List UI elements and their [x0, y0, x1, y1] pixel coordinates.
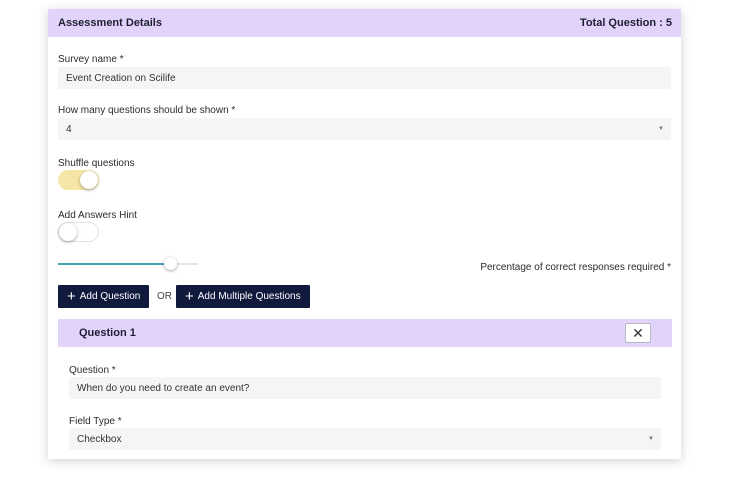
caret-down-icon: ▼ [658, 126, 664, 132]
toggle-knob [80, 171, 98, 189]
survey-name-label: Survey name * [58, 54, 124, 65]
assessment-header: Assessment Details Total Question : 5 [48, 9, 681, 37]
question-header: Question 1 ✕ [58, 319, 672, 347]
correct-responses-slider[interactable] [58, 257, 198, 270]
add-multiple-label: Add Multiple Questions [197, 291, 301, 302]
or-separator: OR [157, 291, 172, 302]
field-type-value: Checkbox [77, 433, 122, 445]
toggle-knob [59, 223, 77, 241]
questions-shown-value: 4 [66, 123, 72, 135]
plus-icon: + [67, 288, 76, 305]
close-button[interactable]: ✕ [625, 323, 651, 343]
correct-responses-label: Percentage of correct responses required… [480, 262, 671, 273]
questions-shown-label: How many questions should be shown * [58, 105, 236, 116]
assessment-card: Assessment Details Total Question : 5 Su… [48, 9, 681, 459]
survey-name-value: Event Creation on Scilife [66, 72, 176, 84]
add-question-button[interactable]: + Add Question [58, 285, 150, 308]
field-type-select[interactable]: Checkbox ▼ [69, 428, 661, 450]
field-type-label: Field Type * [69, 416, 122, 427]
assessment-title: Assessment Details [58, 17, 162, 29]
add-question-label: Add Question [79, 291, 141, 302]
total-questions: Total Question : 5 [579, 17, 672, 29]
survey-name-input[interactable]: Event Creation on Scilife [58, 67, 671, 89]
slider-thumb[interactable] [164, 257, 177, 270]
answers-hint-label: Add Answers Hint [58, 210, 137, 221]
questions-shown-select[interactable]: 4 ▼ [58, 118, 671, 140]
add-multiple-questions-button[interactable]: + Add Multiple Questions [176, 285, 310, 308]
slider-fill [58, 263, 170, 265]
question-title: Question 1 [79, 327, 136, 339]
plus-icon: + [185, 288, 194, 305]
question-input[interactable]: When do you need to create an event? [69, 377, 661, 399]
answers-hint-toggle[interactable] [58, 222, 99, 242]
question-card: Question 1 ✕ Question * When do you need… [58, 319, 672, 459]
shuffle-toggle[interactable] [58, 170, 99, 190]
shuffle-label: Shuffle questions [58, 158, 135, 169]
close-icon: ✕ [632, 325, 644, 341]
question-label: Question * [69, 365, 116, 376]
question-value: When do you need to create an event? [77, 382, 250, 394]
caret-down-icon: ▼ [648, 436, 654, 442]
